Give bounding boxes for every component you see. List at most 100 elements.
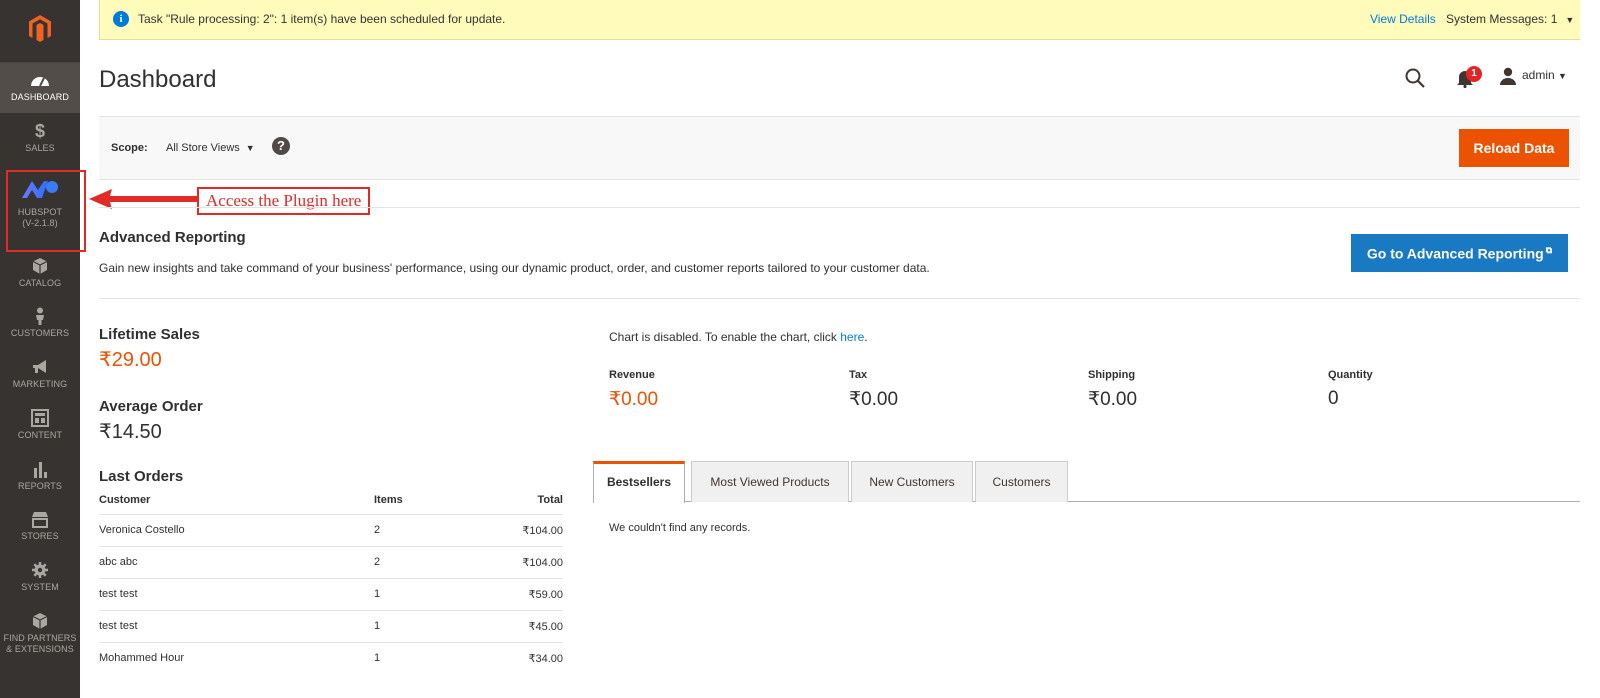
admin-user-menu[interactable]: admin ▼ [1522,68,1567,82]
lifetime-sales-value: ₹29.00 [99,349,162,371]
advanced-reporting-description: Gain new insights and take command of yo… [99,261,930,275]
person-icon [36,307,44,325]
column-header-customer: Customer [99,486,374,515]
go-to-advanced-reporting-button[interactable]: Go to Advanced Reporting ⧉ [1351,234,1568,272]
help-icon[interactable]: ? [272,137,290,155]
annotation-arrow-icon [89,189,197,209]
tab-bestsellers[interactable]: Bestsellers [593,461,685,503]
page-title: Dashboard [99,66,217,93]
average-order-value: ₹14.50 [99,421,162,443]
sidebar-item-reports[interactable]: REPORTS [0,452,80,502]
annotation-label: Access the Plugin here [197,187,371,215]
external-link-icon: ⧉ [1545,244,1553,255]
sidebar-item-label: STORES [21,531,59,541]
order-total: ₹45.00 [494,610,563,643]
search-icon[interactable] [1404,67,1426,89]
order-total: ₹104.00 [494,514,563,547]
tax-value: ₹0.00 [849,389,899,410]
sidebar-item-stores[interactable]: STORES [0,502,80,552]
store-view-value: All Store Views [166,142,240,154]
info-icon: i [113,11,129,27]
box-icon [32,258,48,274]
order-items: 2 [374,546,494,579]
magento-logo-icon[interactable] [28,14,52,44]
order-total: ₹59.00 [494,578,563,611]
tab-customers[interactable]: Customers [975,461,1068,502]
view-details-link[interactable]: View Details [1370,12,1436,26]
sidebar-item-system[interactable]: SYSTEM [0,553,80,603]
section-divider [99,298,1580,299]
sidebar-item-content[interactable]: CONTENT [0,401,80,451]
plugin-highlight-box [6,170,86,252]
storefront-icon [32,512,48,528]
sidebar-item-label-2: & EXTENSIONS [6,644,74,654]
chevron-down-icon: ▼ [245,143,255,153]
reload-data-button[interactable]: Reload Data [1459,129,1569,167]
notification-count-badge: 1 [1466,66,1482,82]
table-header-row: Customer Items Total [99,486,563,515]
quantity-value: 0 [1328,388,1339,409]
layout-icon [31,409,49,427]
empty-records-message: We couldn't find any records. [609,522,751,534]
sidebar-item-label: CONTENT [17,430,63,440]
sidebar-item-catalog[interactable]: CATALOG [0,249,80,299]
admin-sidebar: DASHBOARD $ SALES HUBSPOT (V-2.1.8) CATA… [0,0,80,698]
user-icon [1500,67,1516,85]
revenue-label: Revenue [609,369,655,381]
dollar-icon: $ [34,121,46,141]
table-row[interactable]: test test 1 ₹59.00 [99,578,563,611]
admin-username: admin [1522,68,1555,82]
scope-bar: Scope: All Store Views ▼ ? Reload Data [99,116,1580,180]
order-customer: test test [99,610,374,643]
sidebar-item-label: CATALOG [18,278,62,288]
order-items: 2 [374,514,494,547]
table-row[interactable]: test test 1 ₹45.00 [99,610,563,643]
order-customer: test test [99,578,374,611]
shipping-label: Shipping [1088,369,1136,381]
cube-icon [32,613,48,629]
order-items: 1 [374,578,494,611]
tab-new-customers[interactable]: New Customers [851,461,973,502]
sidebar-item-dashboard[interactable]: DASHBOARD [0,63,80,113]
column-header-total: Total [494,486,563,515]
sidebar-item-sales[interactable]: $ SALES [0,114,80,164]
chart-disabled-text: Chart is disabled. To enable the chart, … [609,330,841,344]
advanced-reporting-button-label: Go to Advanced Reporting [1366,245,1544,262]
order-customer: Veronica Costello [99,514,374,547]
last-orders-title: Last Orders [99,468,184,485]
sidebar-item-label: DASHBOARD [11,92,69,102]
tax-label: Tax [849,369,868,381]
order-total: ₹34.00 [528,652,563,665]
order-total: ₹104.00 [494,546,563,579]
tab-most-viewed-products[interactable]: Most Viewed Products [691,461,849,502]
scope-label: Scope: [111,142,148,154]
megaphone-icon [33,360,46,373]
system-messages-toggle[interactable]: System Messages: 1 ▼ [1446,12,1574,26]
sidebar-item-label: SALES [25,143,55,153]
system-message-text: Task "Rule processing: 2": 1 item(s) hav… [138,12,506,26]
sidebar-item-label: SYSTEM [21,582,59,592]
shipping-value: ₹0.00 [1088,389,1138,410]
enable-chart-link[interactable]: here [840,330,864,344]
gear-icon [32,562,48,578]
order-customer: abc abc [99,546,374,579]
column-header-items: Items [374,486,494,515]
advanced-reporting-title: Advanced Reporting [99,229,246,246]
bar-chart-icon [34,462,47,478]
chart-disabled-message: Chart is disabled. To enable the chart, … [609,330,868,344]
chevron-down-icon: ▼ [1565,15,1575,25]
table-row[interactable]: abc abc 2 ₹104.00 [99,546,563,579]
quantity-label: Quantity [1328,369,1373,381]
table-row[interactable]: Mohammed Hour 1 ₹34.00 [99,642,563,674]
revenue-value: ₹0.00 [609,389,659,410]
order-items: 1 [374,652,381,665]
sidebar-item-marketing[interactable]: MARKETING [0,350,80,400]
sidebar-item-customers[interactable]: CUSTOMERS [0,299,80,349]
sidebar-item-label: FIND PARTNERS [3,633,77,643]
sidebar-item-partners[interactable]: FIND PARTNERS & EXTENSIONS [0,604,80,664]
sidebar-item-label: REPORTS [17,481,63,491]
store-view-switcher[interactable]: All Store Views ▼ [166,142,255,154]
sidebar-item-label: CUSTOMERS [10,328,70,338]
last-orders-table: Customer Items Total Veronica Costello 2… [99,486,563,674]
table-row[interactable]: Veronica Costello 2 ₹104.00 [99,514,563,547]
